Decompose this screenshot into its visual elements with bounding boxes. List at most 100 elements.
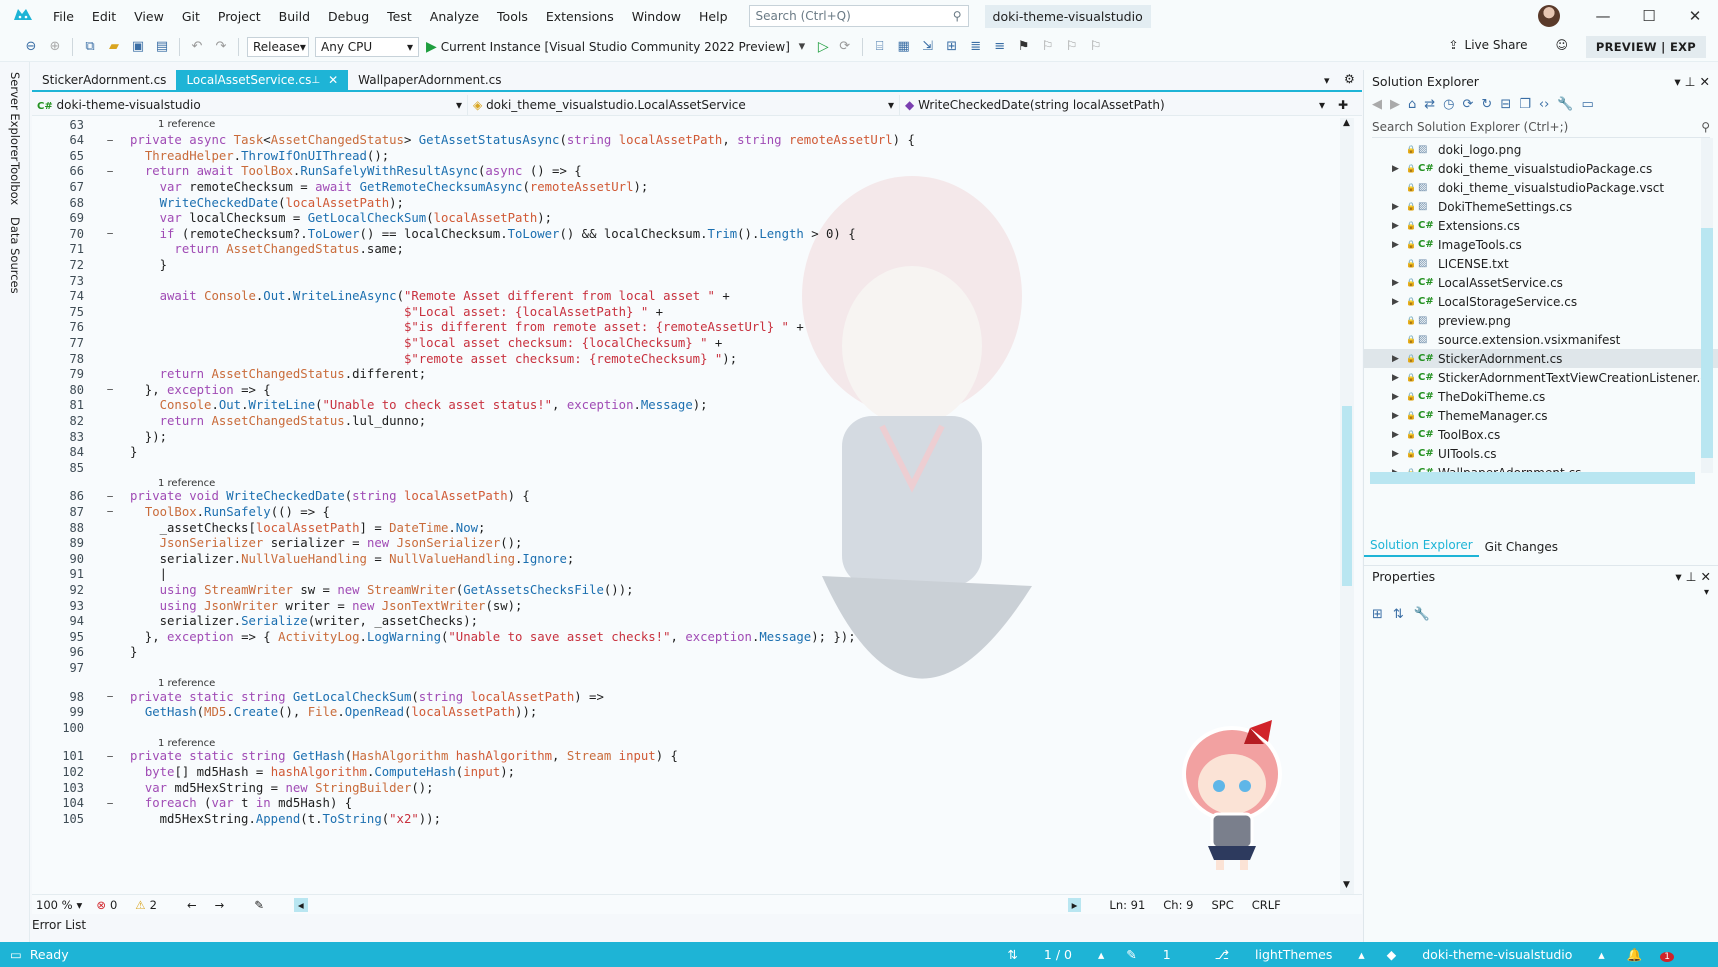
home-icon[interactable]: ⌂ bbox=[1408, 97, 1416, 112]
expand-arrow-icon[interactable]: ▶ bbox=[1392, 411, 1406, 421]
forward-icon[interactable]: ▶ bbox=[1390, 97, 1400, 112]
code-line[interactable]: 98− private static string GetLocalCheckSu… bbox=[32, 688, 1332, 705]
chevron-down-icon[interactable]: ▾ bbox=[77, 898, 83, 912]
tab-git-changes[interactable]: Git Changes bbox=[1479, 537, 1564, 557]
fold-toggle-icon[interactable]: − bbox=[90, 690, 130, 703]
code-line[interactable]: 100 bbox=[32, 719, 1332, 736]
code-line[interactable]: 90 serializer.NullValueHandling = NullVa… bbox=[32, 550, 1332, 567]
menu-item-build[interactable]: Build bbox=[270, 9, 319, 24]
folder-icon[interactable]: ⌸ bbox=[871, 38, 889, 56]
tree-item[interactable]: ▶ 🔒 C# UITools.cs bbox=[1364, 444, 1718, 463]
line-number[interactable]: Ln: 91 bbox=[1109, 898, 1145, 912]
project-dropdown[interactable]: C# doki-theme-visualstudio ▾ bbox=[32, 94, 468, 115]
menu-item-window[interactable]: Window bbox=[623, 9, 690, 24]
categorized-icon[interactable]: ⊞ bbox=[1372, 607, 1383, 622]
column-number[interactable]: Ch: 9 bbox=[1163, 898, 1193, 912]
solution-explorer-search[interactable]: Search Solution Explorer (Ctrl+;) ⚲ bbox=[1372, 116, 1710, 138]
code-line[interactable]: 73 bbox=[32, 272, 1332, 289]
expand-arrow-icon[interactable]: ▶ bbox=[1392, 202, 1406, 212]
editor-vertical-scrollbar[interactable]: ▲ ▼ bbox=[1340, 118, 1354, 898]
show-all-files-icon[interactable]: ❐ bbox=[1519, 97, 1531, 112]
scroll-thumb[interactable] bbox=[1701, 228, 1713, 458]
close-icon[interactable]: ✕ bbox=[1701, 569, 1711, 584]
close-icon[interactable]: ✕ bbox=[1672, 7, 1718, 25]
server-explorer-tab[interactable]: Server Explorer bbox=[8, 72, 22, 161]
document-tab[interactable]: StickerAdornment.cs bbox=[32, 70, 176, 90]
menu-item-debug[interactable]: Debug bbox=[319, 9, 378, 24]
code-line[interactable]: 102 byte[] md5Hash = hashAlgorithm.Compu… bbox=[32, 763, 1332, 780]
tree-item[interactable]: 🔒 ▨ doki_theme_visualstudioPackage.vsct bbox=[1364, 178, 1718, 197]
line-ending[interactable]: CRLF bbox=[1252, 898, 1281, 912]
code-line[interactable]: 64− private async Task<AssetChangedStatus… bbox=[32, 132, 1332, 149]
search-input[interactable]: Search (Ctrl+Q) ⚲ bbox=[748, 5, 969, 27]
open-folder-icon[interactable]: ▰ bbox=[105, 38, 123, 56]
close-icon[interactable]: ✕ bbox=[328, 73, 338, 87]
platform-dropdown[interactable]: Any CPU ▾ bbox=[315, 36, 419, 57]
maximize-icon[interactable]: ☐ bbox=[1626, 7, 1672, 25]
code-line[interactable]: 69 var localChecksum = GetLocalCheckSum(… bbox=[32, 210, 1332, 227]
code-line[interactable]: 77 $"local asset checksum: {localChecksu… bbox=[32, 334, 1332, 351]
code-editor[interactable]: 1 reference 63 64− private async Task<Asset… bbox=[32, 116, 1362, 894]
menu-item-tools[interactable]: Tools bbox=[488, 9, 537, 24]
code-line[interactable]: 86− private void WriteCheckedDate(string … bbox=[32, 488, 1332, 505]
code-line[interactable]: 104− foreach (var t in md5Hash) { bbox=[32, 795, 1332, 812]
clear-bookmark-icon[interactable]: ⚐ bbox=[1087, 38, 1105, 56]
code-line[interactable]: 78 $"remote asset checksum: {remoteCheck… bbox=[32, 350, 1332, 367]
fold-toggle-icon[interactable]: − bbox=[90, 797, 130, 810]
warning-count[interactable]: 2 bbox=[150, 898, 157, 912]
code-line[interactable]: 65 ThreadHelper.ThrowIfOnUIThread(); bbox=[32, 147, 1332, 164]
code-line[interactable]: 94 serializer.Serialize(writer, _assetCh… bbox=[32, 613, 1332, 630]
code-line[interactable]: 92 using StreamWriter sw = new StreamWri… bbox=[32, 581, 1332, 598]
menu-item-analyze[interactable]: Analyze bbox=[421, 9, 488, 24]
fold-toggle-icon[interactable]: − bbox=[90, 383, 130, 396]
scroll-up-icon[interactable]: ▲ bbox=[1343, 118, 1350, 128]
step-icon[interactable]: ⇲ bbox=[919, 38, 937, 56]
properties-dropdown[interactable]: ▾ bbox=[1364, 587, 1718, 607]
repo-selector[interactable]: ◆ doki-theme-visualstudio ▴ bbox=[1387, 947, 1605, 962]
avatar[interactable] bbox=[1538, 5, 1560, 27]
tree-item[interactable]: ▶ 🔒 ▨ DokiThemeSettings.cs bbox=[1364, 197, 1718, 216]
code-line[interactable]: 105 md5HexString.Append(t.ToString("x2")… bbox=[32, 810, 1332, 827]
forward-icon[interactable]: ⊕ bbox=[46, 38, 64, 56]
back-icon[interactable]: ⊖ bbox=[22, 38, 40, 56]
save-icon[interactable]: ▣ bbox=[129, 38, 147, 56]
close-icon[interactable]: ✕ bbox=[1700, 74, 1710, 89]
expand-arrow-icon[interactable]: ▶ bbox=[1392, 373, 1406, 383]
fold-toggle-icon[interactable]: − bbox=[90, 505, 130, 518]
code-line[interactable]: 103 var md5HexString = new StringBuilder… bbox=[32, 779, 1332, 796]
branch-selector[interactable]: ⎇ lightThemes ▴ bbox=[1215, 947, 1365, 962]
code-line[interactable]: 87− ToolBox.RunSafely(() => { bbox=[32, 503, 1332, 520]
start-debugging-icon[interactable]: ▶ bbox=[426, 39, 437, 55]
tree-vertical-scrollbar[interactable] bbox=[1701, 138, 1713, 473]
expand-arrow-icon[interactable]: ▶ bbox=[1392, 278, 1406, 288]
sync-status[interactable]: ⇅ 1 / 0 ▴ bbox=[1007, 947, 1104, 962]
chevron-down-icon[interactable]: ▾ bbox=[1674, 74, 1680, 89]
code-line[interactable]: 71 return AssetChangedStatus.same; bbox=[32, 241, 1332, 258]
format-icon[interactable]: ⊞ bbox=[943, 38, 961, 56]
whitespace-mode[interactable]: SPC bbox=[1211, 898, 1233, 912]
expand-arrow-icon[interactable]: ▶ bbox=[1392, 354, 1406, 364]
tree-item[interactable]: ▶ 🔒 C# TheDokiTheme.cs bbox=[1364, 387, 1718, 406]
hscroll-left-icon[interactable]: ◂ bbox=[293, 897, 308, 912]
code-line[interactable]: 75 $"Local asset: {localAssetPath} " + bbox=[32, 303, 1332, 320]
tree-item[interactable]: 🔒 ▨ source.extension.vsixmanifest bbox=[1364, 330, 1718, 349]
code-line[interactable]: 79 return AssetChangedStatus.different; bbox=[32, 366, 1332, 383]
tree-item[interactable]: ▶ 🔒 C# ToolBox.cs bbox=[1364, 425, 1718, 444]
expand-arrow-icon[interactable]: ▶ bbox=[1392, 164, 1406, 174]
tree-item[interactable]: ▶ 🔒 C# Extensions.cs bbox=[1364, 216, 1718, 235]
fold-toggle-icon[interactable]: − bbox=[90, 490, 130, 503]
error-count[interactable]: 0 bbox=[110, 898, 117, 912]
window-layout-icon[interactable]: ▦ bbox=[895, 38, 913, 56]
tree-item[interactable]: 🔒 ▨ doki_logo.png bbox=[1364, 140, 1718, 159]
menu-item-view[interactable]: View bbox=[125, 9, 173, 24]
document-tab[interactable]: LocalAssetService.cs ⊥ ✕ bbox=[176, 70, 349, 90]
refresh-icon[interactable]: ⟳ bbox=[836, 38, 854, 56]
bookmark-icon[interactable]: ⚑ bbox=[1015, 38, 1033, 56]
tree-horizontal-scrollbar[interactable] bbox=[1370, 472, 1695, 484]
toolbox-tab[interactable]: Toolbox bbox=[8, 162, 22, 205]
next-bookmark-icon[interactable]: ⚐ bbox=[1063, 38, 1081, 56]
code-line[interactable]: 91 | bbox=[32, 566, 1332, 583]
collapse-all-icon[interactable]: ⊟ bbox=[1500, 97, 1511, 112]
code-line[interactable]: 63 bbox=[32, 116, 1332, 133]
data-sources-tab[interactable]: Data Sources bbox=[8, 217, 22, 294]
